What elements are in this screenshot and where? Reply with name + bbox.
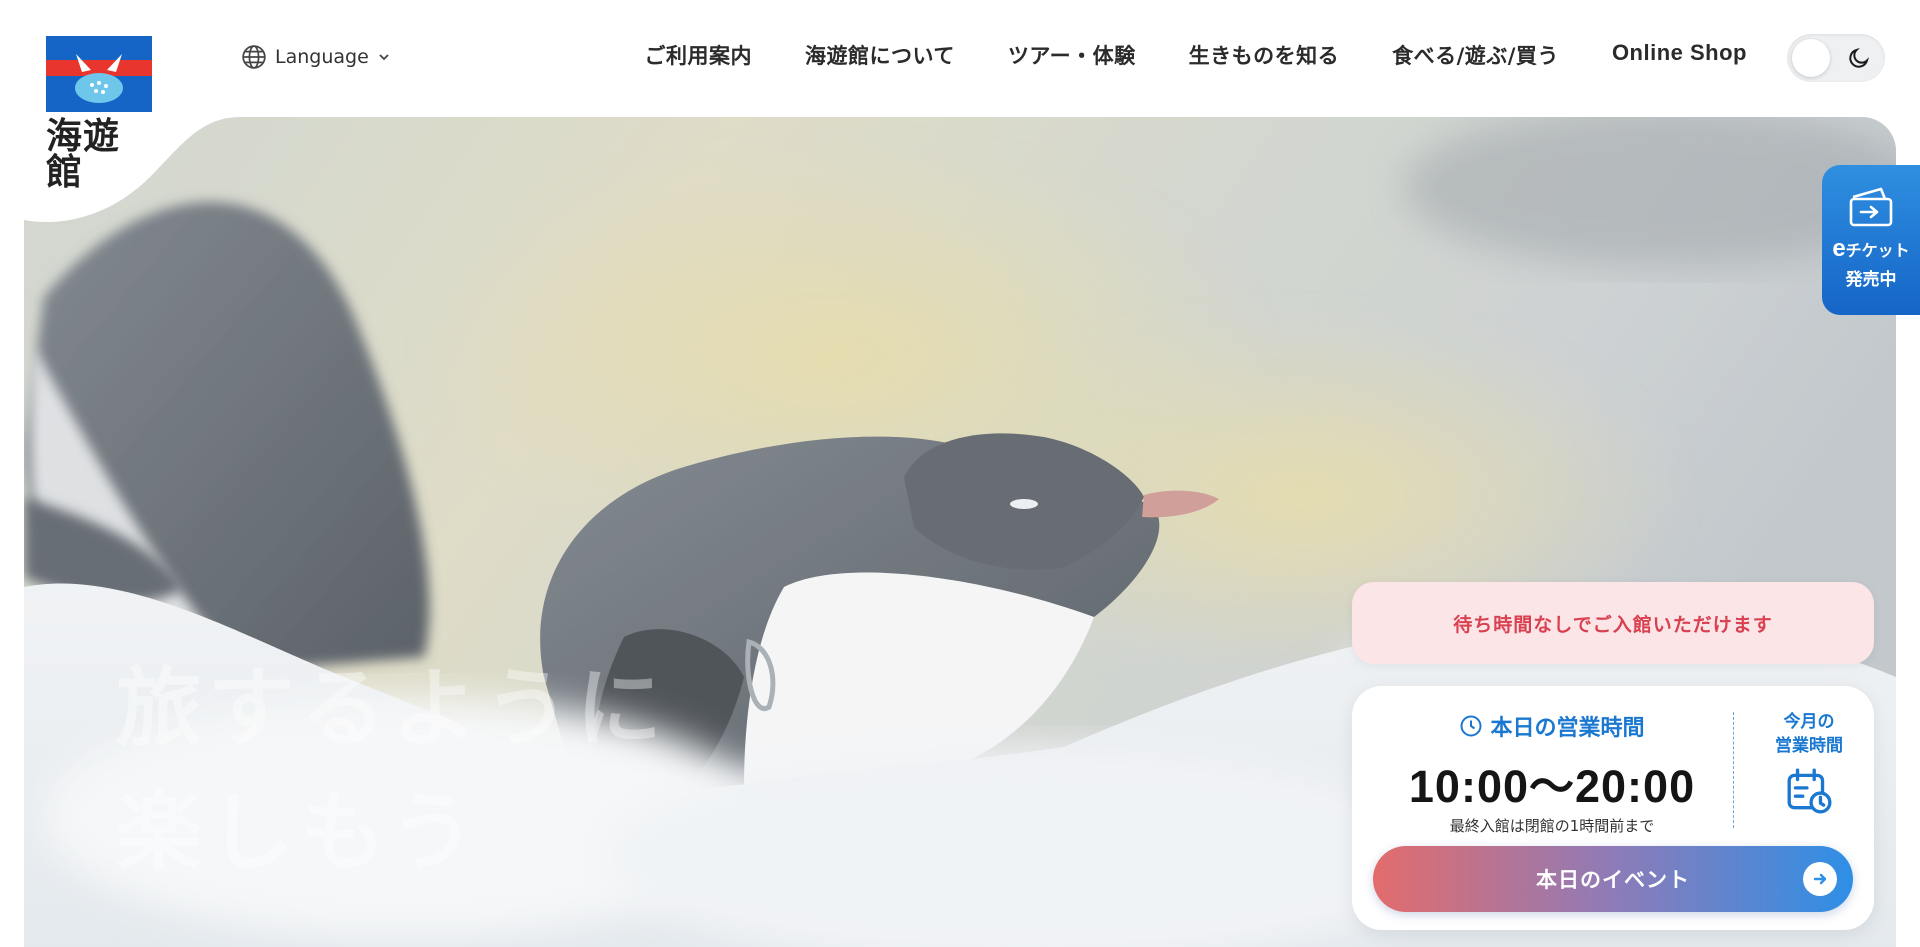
- nav-creatures[interactable]: 生きものを知る: [1189, 40, 1340, 70]
- globe-icon: [242, 45, 266, 69]
- monthly-hours-label: 今月の 営業時間: [1775, 712, 1843, 756]
- language-label: Language: [275, 46, 369, 68]
- nav-online-shop[interactable]: Online Shop: [1612, 40, 1747, 70]
- main-nav: ご利用案内 海遊館について ツアー・体験 生きものを知る 食べる/遊ぶ/買う O…: [644, 40, 1747, 70]
- monthly-hours-link[interactable]: 今月の 営業時間: [1747, 710, 1871, 816]
- nav-eat-play-shop[interactable]: 食べる/遊ぶ/買う: [1392, 40, 1559, 70]
- todays-events-label: 本日のイベント: [1536, 868, 1690, 892]
- clock-icon: [1460, 715, 1482, 737]
- eticket-tab[interactable]: eチケット 発売中: [1822, 165, 1920, 315]
- arrow-right-icon: [1803, 862, 1837, 896]
- ticket-icon: [1849, 187, 1893, 227]
- hours-divider: [1733, 712, 1734, 828]
- today-hours: 本日の営業時間 10:00～20:00 最終入館は閉館の1時間前まで: [1352, 710, 1752, 836]
- toggle-knob: [1792, 39, 1830, 77]
- today-hours-title-text: 本日の営業時間: [1490, 716, 1645, 741]
- hero-tagline-line2: 楽しもう: [116, 783, 482, 883]
- nav-guide[interactable]: ご利用案内: [644, 40, 752, 70]
- hero-tagline: 旅するように 楽しもう: [116, 647, 668, 895]
- moon-icon: [1849, 47, 1870, 68]
- calendar-clock-icon: [1787, 768, 1832, 814]
- today-hours-time: 10:00～20:00: [1408, 761, 1696, 812]
- hero-image: 旅するように 楽しもう 待ち時間なしでご入館いただけます 本日の営業時間 10:…: [24, 117, 1896, 947]
- eticket-label: eチケット: [1822, 235, 1920, 263]
- last-entry-note: 最終入館は閉館の1時間前まで: [1449, 817, 1655, 835]
- logo-mark-icon: [46, 36, 152, 112]
- language-selector[interactable]: Language: [241, 44, 391, 70]
- kaiyukan-logo[interactable]: 海遊館: [46, 36, 156, 190]
- chevron-down-icon: [379, 54, 389, 61]
- nav-about[interactable]: 海遊館について: [805, 40, 955, 70]
- site-header: 海遊館 Language ご利用案内 海遊館について ツアー・体験 生きものを知…: [0, 0, 1920, 190]
- business-hours-card: 本日の営業時間 10:00～20:00 最終入館は閉館の1時間前まで 今月の 営…: [1352, 686, 1874, 930]
- dark-mode-toggle[interactable]: [1787, 34, 1885, 82]
- eticket-status: 発売中: [1845, 270, 1897, 290]
- todays-events-button[interactable]: 本日のイベント: [1373, 846, 1853, 912]
- today-hours-title: 本日の営業時間: [1459, 710, 1645, 742]
- eticket-label-text: チケット: [1845, 241, 1910, 260]
- hero-tagline-line1: 旅するように: [116, 659, 668, 759]
- no-wait-notice-text: 待ち時間なしでご入館いただけます: [1453, 613, 1773, 636]
- eticket-prefix: e: [1832, 235, 1846, 262]
- no-wait-notice: 待ち時間なしでご入館いただけます: [1352, 582, 1874, 664]
- nav-tours[interactable]: ツアー・体験: [1008, 40, 1136, 70]
- logo-text: 海遊館: [46, 115, 121, 193]
